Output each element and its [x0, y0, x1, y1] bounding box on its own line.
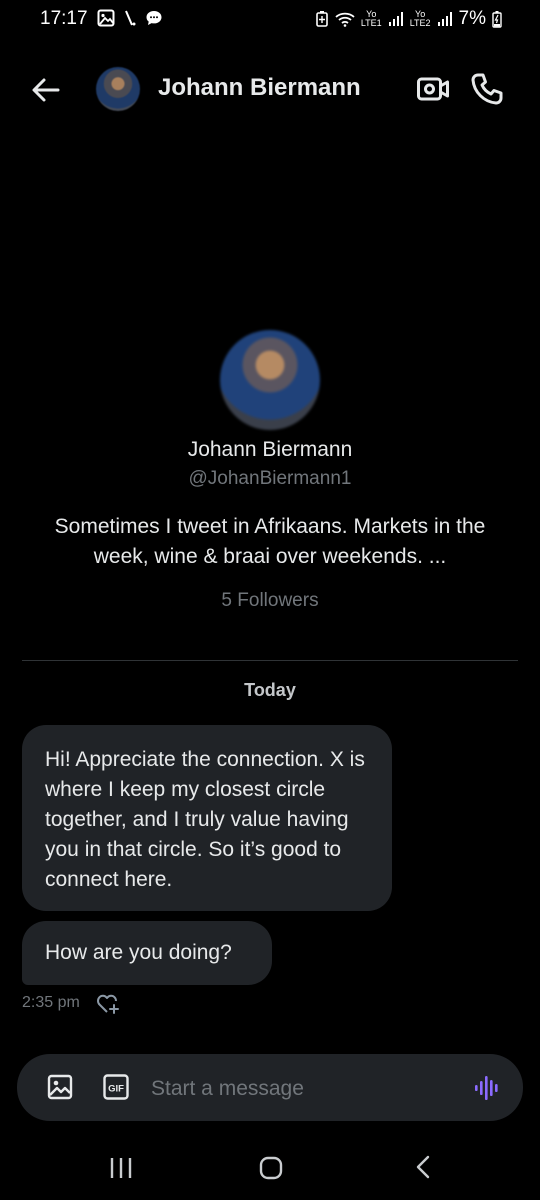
- signal-icon: [388, 12, 403, 26]
- gif-button[interactable]: GIF: [103, 1074, 129, 1100]
- slash-icon: [125, 10, 136, 26]
- chat-bubble-icon: [146, 11, 162, 25]
- message-timestamp: 2:35 pm: [22, 994, 80, 1011]
- recent-apps-icon[interactable]: [108, 1156, 134, 1180]
- avatar[interactable]: [96, 67, 140, 111]
- battery-saver-icon: [316, 11, 328, 27]
- conversation-header: Johann Biermann: [0, 60, 540, 118]
- image-icon[interactable]: [47, 1074, 73, 1100]
- status-bar: 17:17 Yo LTE1 Yo LTE2 7%: [0, 0, 540, 40]
- profile-handle: @JohanBiermann1: [188, 468, 352, 489]
- battery-percentage: 7%: [458, 8, 486, 29]
- conversation-title[interactable]: Johann Biermann: [158, 74, 361, 102]
- message-bubble[interactable]: How are you doing?: [22, 921, 272, 985]
- message-input[interactable]: [149, 1066, 453, 1112]
- back-arrow-icon[interactable]: [30, 74, 62, 106]
- message-bubble[interactable]: Hi! Appreciate the connection. X is wher…: [22, 725, 392, 911]
- gif-label: GIF: [108, 1084, 124, 1095]
- signal-icon: [437, 12, 452, 26]
- status-time: 17:17: [40, 8, 88, 29]
- voice-message-icon[interactable]: [473, 1074, 501, 1102]
- nav-back-icon[interactable]: [412, 1154, 436, 1180]
- network-2-type: LTE2: [409, 18, 431, 28]
- image-icon: [97, 9, 115, 27]
- profile-name[interactable]: Johann Biermann: [0, 438, 540, 462]
- date-separator: Today: [244, 680, 296, 700]
- battery-charging-icon: [492, 11, 502, 28]
- system-navigation-bar: [0, 1140, 540, 1200]
- network-label-2: Yo LTE2: [410, 10, 431, 28]
- add-reaction-icon[interactable]: [96, 992, 120, 1016]
- gif-icon: GIF: [103, 1074, 129, 1100]
- profile-avatar[interactable]: [220, 330, 320, 430]
- profile-followers[interactable]: 5 Followers: [0, 590, 540, 612]
- wifi-icon: [335, 12, 355, 27]
- divider: [22, 660, 518, 661]
- home-icon[interactable]: [259, 1156, 283, 1180]
- status-system-icons: Yo LTE1 Yo LTE2 7%: [315, 8, 502, 30]
- status-notification-icons: [97, 9, 163, 27]
- video-call-icon[interactable]: [416, 74, 450, 104]
- profile-bio: Sometimes I tweet in Afrikaans. Markets …: [54, 515, 486, 568]
- network-label-1: Yo LTE1: [361, 10, 382, 28]
- message-composer: GIF: [17, 1054, 523, 1121]
- phone-call-icon[interactable]: [470, 72, 504, 106]
- network-1-type: LTE1: [360, 18, 382, 28]
